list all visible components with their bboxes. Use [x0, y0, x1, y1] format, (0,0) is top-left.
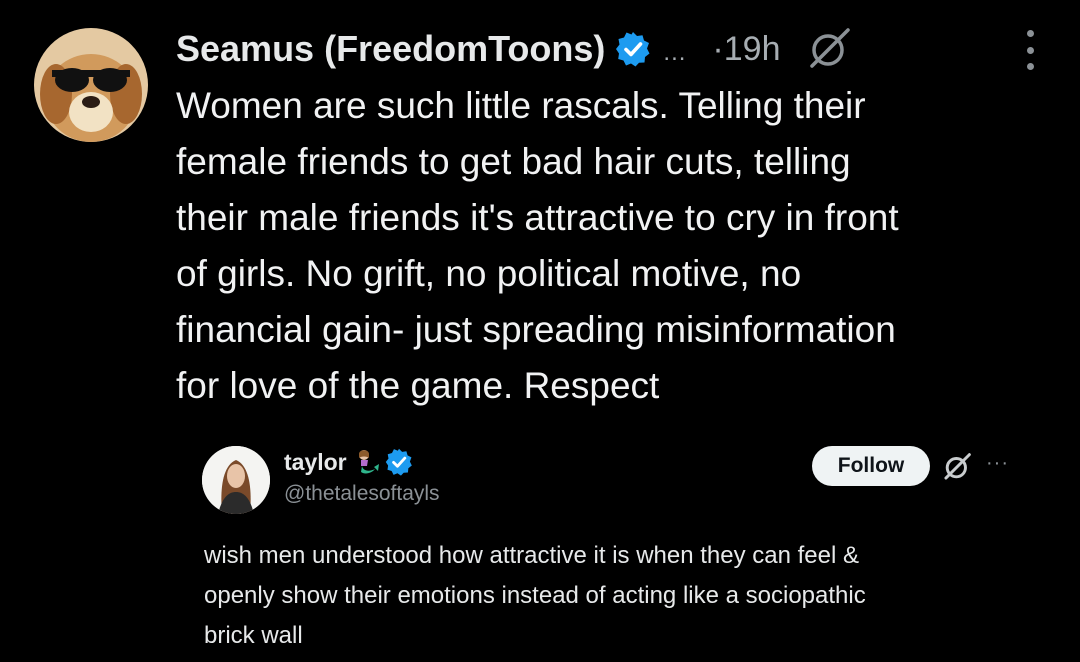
name-truncation: ... [663, 39, 687, 66]
tweet-header: Seamus (FreedomToons) ... ·19h [176, 22, 1056, 76]
quoted-tweet[interactable]: taylor @thetalesoftayls Follow ··· wish … [176, 430, 1056, 662]
quoted-grok-icon[interactable] [942, 452, 972, 482]
quoted-author-row: taylor [284, 446, 413, 478]
follow-button[interactable]: Follow [812, 446, 930, 486]
quoted-author-handle[interactable]: @thetalesoftayls [284, 482, 440, 506]
verified-badge-icon [615, 31, 651, 67]
mermaid-emoji-icon [353, 448, 381, 476]
quoted-author-avatar[interactable] [202, 446, 270, 514]
more-options-icon[interactable] [1020, 30, 1040, 70]
author-name[interactable]: Seamus (FreedomToons) [176, 28, 605, 70]
grok-icon[interactable] [806, 26, 852, 72]
quoted-verified-badge-icon [385, 448, 413, 476]
tweet: Seamus (FreedomToons) ... ·19h Women are… [0, 0, 1080, 662]
quoted-author-name[interactable]: taylor [284, 449, 347, 476]
author-avatar[interactable] [34, 28, 148, 142]
tweet-timestamp[interactable]: ·19h [712, 30, 780, 69]
quoted-tweet-text: wish men understood how attractive it is… [204, 542, 866, 649]
tweet-text: Women are such little rascals. Telling t… [176, 85, 899, 406]
quoted-more-options-icon[interactable]: ··· [986, 452, 1009, 475]
